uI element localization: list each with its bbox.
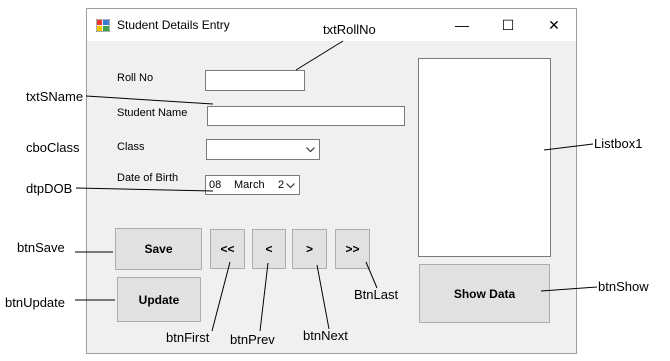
annotation-listbox1: Listbox1: [594, 136, 643, 151]
annotation-dtpdob: dtpDOB: [26, 181, 73, 196]
annotation-txtsname: txtSName: [26, 89, 84, 104]
annotation-btnnext: btnNext: [303, 328, 348, 343]
annotation-btnfirst: btnFirst: [166, 330, 210, 345]
annotation-lines: [75, 40, 598, 332]
annotation-btnshow: btnShow: [598, 279, 649, 294]
annotation-btnsave: btnSave: [17, 240, 65, 255]
annotation-btnupdate: btnUpdate: [5, 295, 65, 310]
annotation-cboclass: cboClass: [26, 140, 80, 155]
annotation-btnlast: BtnLast: [354, 287, 399, 302]
annotation-txtrollno: txtRollNo: [323, 22, 376, 37]
annotation-btnprev: btnPrev: [230, 332, 275, 347]
